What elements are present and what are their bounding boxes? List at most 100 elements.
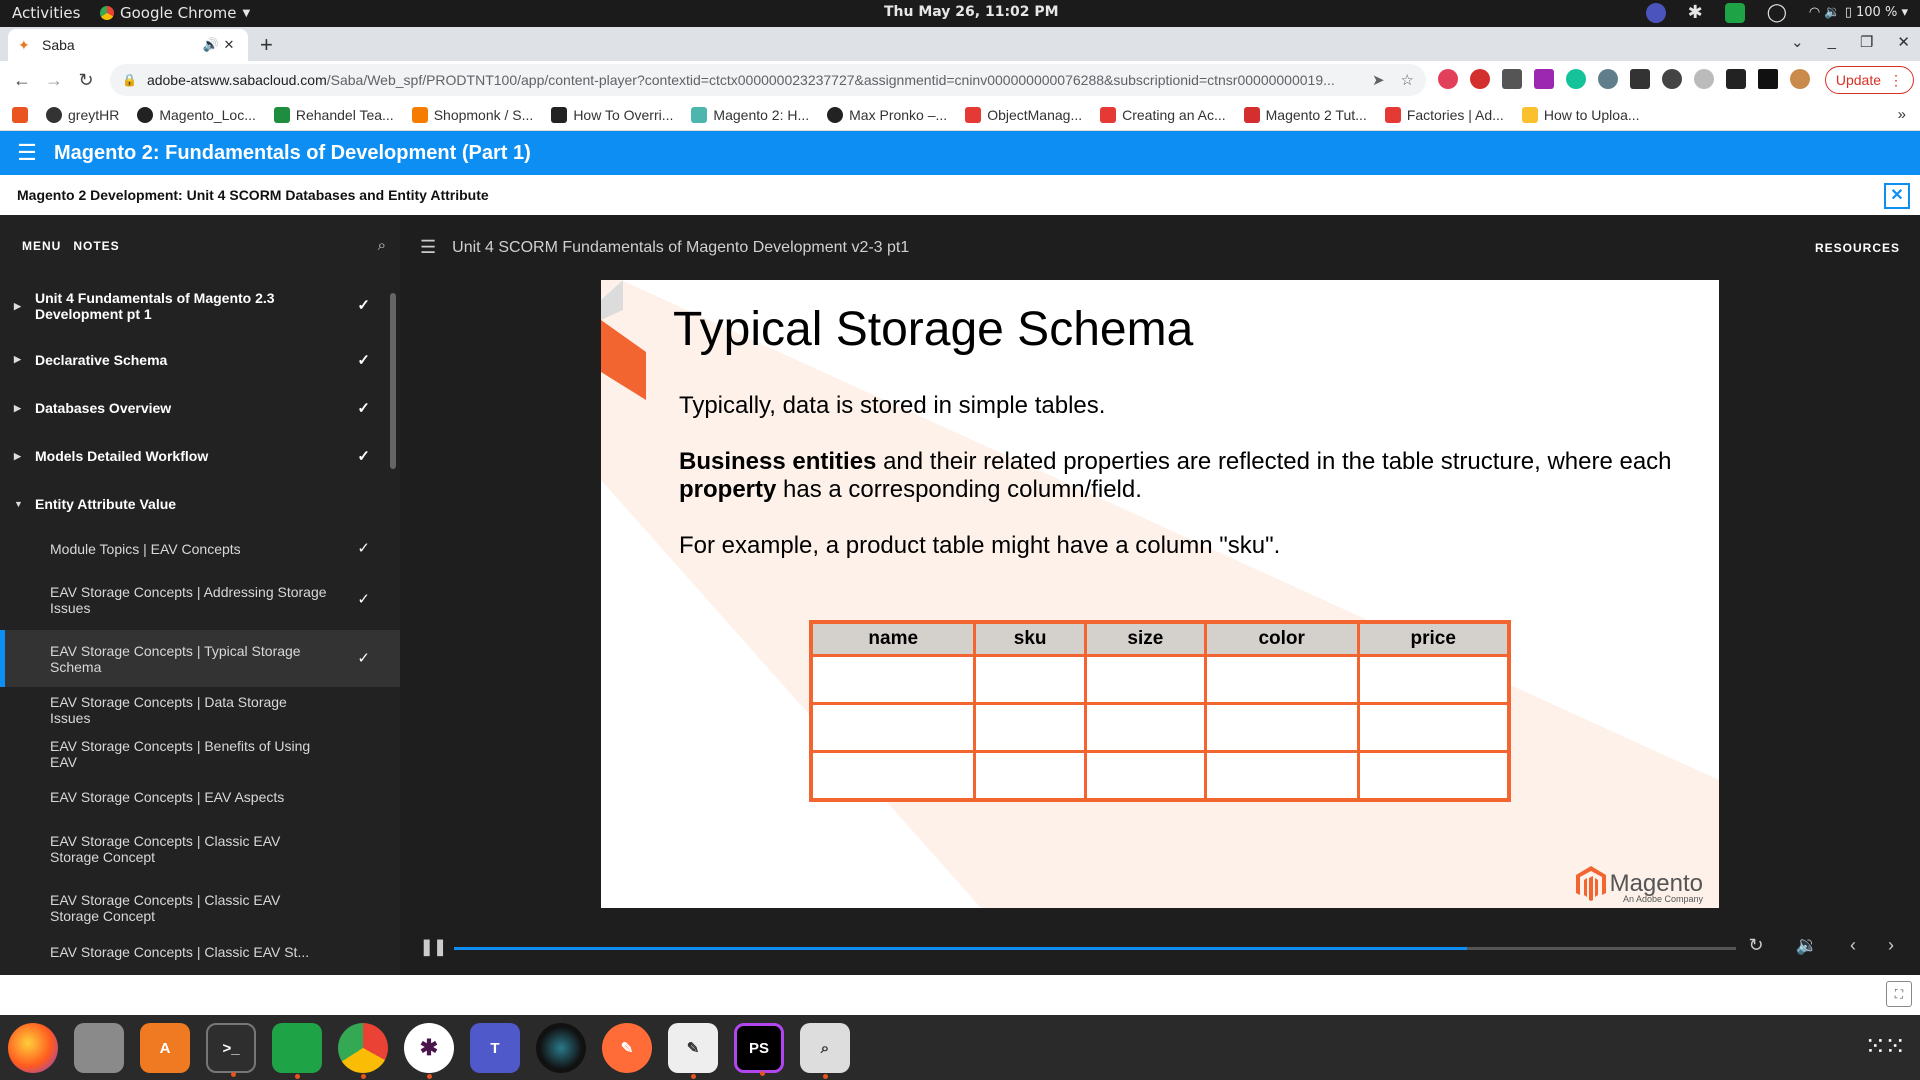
side-panel-icon[interactable] (1758, 69, 1778, 89)
bookmark-item[interactable]: Magento 2 Tut... (1243, 106, 1367, 123)
menu-item[interactable]: EAV Storage Concepts | EAV Aspects (0, 775, 400, 819)
extension-icon-3[interactable] (1502, 69, 1522, 89)
bookmark-item[interactable]: ObjectManag... (965, 106, 1082, 123)
slide-text-2: Business entities and their related prop… (679, 448, 1679, 504)
volume-icon[interactable]: 🔉 (1796, 935, 1818, 956)
bookmark-item[interactable]: Magento_Loc... (137, 106, 256, 123)
slide-background-shapes (601, 280, 1719, 908)
forward-icon[interactable]: → (38, 70, 70, 91)
pause-icon[interactable]: ❚❚ (420, 937, 447, 957)
terminal-icon[interactable]: >_ (206, 1023, 256, 1077)
bookmark-item[interactable]: Rehandel Tea... (273, 106, 394, 123)
replay-icon[interactable]: ↻ (1748, 935, 1763, 956)
reload-icon[interactable]: ↻ (70, 70, 102, 91)
menu-item[interactable]: EAV Storage Concepts | Addressing Storag… (0, 570, 400, 630)
send-icon[interactable]: ➤ (1372, 71, 1385, 89)
github-icon (137, 106, 154, 123)
bookmark-item[interactable]: Creating an Ac... (1100, 106, 1226, 123)
previous-icon[interactable]: ‹ (1850, 935, 1856, 956)
show-apps-grid-icon[interactable]: ⁙⁙ (1864, 1031, 1906, 1062)
teams-tray-icon[interactable] (1645, 2, 1666, 23)
search-icon[interactable]: ⌕ (378, 237, 386, 254)
address-bar[interactable]: 🔒 adobe-atsww.sabacloud.com/Saba/Web_spf… (110, 64, 1426, 96)
bookmark-item[interactable]: How to Uploa... (1521, 106, 1640, 123)
menu-item[interactable]: EAV Storage Concepts | Classic EAV St... (0, 937, 400, 967)
files-icon[interactable] (74, 1023, 124, 1073)
avatar[interactable] (1790, 69, 1810, 89)
back-icon[interactable]: ← (6, 70, 38, 91)
menu-section[interactable]: ▶ Declarative Schema ✓ (0, 335, 400, 384)
menu-section[interactable]: ▶ Models Detailed Workflow ✓ (0, 432, 400, 480)
menu-item[interactable]: Module Topics | EAV Concepts ✓ (0, 528, 400, 570)
slack-tray-icon[interactable]: ✱ (1688, 2, 1703, 23)
bookmark-item[interactable]: greytHR (46, 106, 120, 123)
chrome-icon[interactable] (338, 1023, 388, 1079)
bookmark-apps[interactable] (12, 106, 28, 123)
close-player-button[interactable]: ✕ (1884, 183, 1910, 209)
extension-icon-6[interactable] (1598, 69, 1618, 89)
menu-section[interactable]: ▶ Databases Overview ✓ (0, 384, 400, 432)
bookmark-item[interactable]: How To Overri... (551, 106, 673, 123)
app-menu[interactable]: Google Chrome ▼ (100, 4, 250, 22)
fullscreen-icon[interactable]: ⛶ (1886, 981, 1912, 1007)
tab-search-icon[interactable]: ⌄ (1791, 33, 1804, 51)
network-volume-battery[interactable]: ◠ 🔉 ▯ 100 % ▾ (1809, 5, 1908, 20)
more-bookmarks-icon[interactable]: » (1898, 106, 1906, 123)
adblock-icon[interactable] (1470, 69, 1490, 89)
activities-button[interactable]: Activities (12, 4, 80, 22)
chat-tray-icon[interactable] (1724, 2, 1745, 23)
image-viewer-icon[interactable]: ⌕ (800, 1023, 850, 1079)
slack-icon[interactable]: ✱ (404, 1023, 454, 1079)
teams-icon[interactable]: T (470, 1023, 520, 1073)
link-icon[interactable] (1694, 69, 1714, 89)
url-text[interactable]: adobe-atsww.sabacloud.com/Saba/Web_spf/P… (147, 72, 1372, 88)
extension-icon-4[interactable] (1534, 69, 1554, 89)
software-center-icon[interactable]: A (140, 1023, 190, 1073)
extension-icon-7[interactable] (1630, 69, 1650, 89)
minimize-icon[interactable]: _ (1828, 33, 1836, 51)
close-tab-icon[interactable]: ✕ (220, 37, 238, 53)
close-window-icon[interactable]: ✕ (1897, 33, 1910, 51)
clock[interactable]: Thu May 26, 11:02 PM (884, 4, 1059, 20)
bookmark-star-icon[interactable]: ☆ (1401, 71, 1414, 89)
toc-menu-icon[interactable]: ☰ (420, 237, 436, 258)
text-editor-icon[interactable]: ✎ (668, 1023, 718, 1079)
speaker-icon[interactable]: 🔊 (202, 37, 220, 53)
maximize-icon[interactable]: ❐ (1860, 33, 1873, 51)
hamburger-menu-icon[interactable]: ☰ (0, 140, 54, 166)
menu-section-expanded[interactable]: ▼ Entity Attribute Value (0, 480, 400, 528)
grammarly-icon[interactable] (1566, 69, 1586, 89)
menu-item[interactable]: EAV Storage Concepts | Data Storage Issu… (0, 687, 400, 732)
bookmark-item[interactable]: Factories | Ad... (1384, 106, 1504, 123)
puzzle-icon[interactable] (1726, 69, 1746, 89)
tab-notes[interactable]: NOTES (73, 239, 119, 253)
gear-icon[interactable] (1662, 69, 1682, 89)
progress-bar[interactable] (454, 947, 1736, 950)
update-button[interactable]: Update ⋮ (1824, 66, 1914, 94)
tab-menu[interactable]: MENU (22, 239, 61, 253)
menu-item[interactable]: EAV Storage Concepts | Benefits of Using… (0, 732, 400, 775)
menu-item[interactable]: EAV Storage Concepts | Classic EAV Stora… (0, 819, 400, 879)
system-tray[interactable]: ✱ ◯ ◠ 🔉 ▯ 100 % ▾ (1645, 2, 1908, 23)
next-icon[interactable]: › (1888, 935, 1894, 956)
lock-icon[interactable]: 🔒 (122, 73, 137, 87)
menu-item[interactable]: EAV Storage Concepts | Classic EAV Stora… (0, 879, 400, 937)
bookmark-item[interactable]: Max Pronko –... (827, 106, 947, 123)
phpstorm-icon[interactable]: PS (734, 1023, 784, 1076)
bookmark-item[interactable]: Shopmonk / S... (411, 106, 533, 123)
resources-button[interactable]: RESOURCES (1815, 241, 1900, 255)
table-header-row: name sku size color price (809, 620, 1511, 657)
bookmark-label: greytHR (68, 106, 120, 123)
new-tab-icon[interactable]: + (260, 32, 273, 58)
menu-item-active[interactable]: EAV Storage Concepts | Typical Storage S… (0, 630, 400, 687)
camera-icon[interactable] (536, 1023, 586, 1073)
postman-icon[interactable]: ✎ (602, 1023, 652, 1073)
browser-tab-saba[interactable]: ✦ Saba 🔊 ✕ (8, 29, 248, 61)
firefox-icon[interactable] (8, 1023, 58, 1073)
extension-icon-1[interactable] (1438, 69, 1458, 89)
status-tray-icon[interactable]: ◯ (1767, 2, 1787, 23)
item-label: EAV Storage Concepts | Benefits of Using… (50, 737, 311, 770)
bookmark-item[interactable]: Magento 2: H... (691, 106, 809, 123)
chat-icon[interactable] (272, 1023, 322, 1079)
menu-section[interactable]: ▶ Unit 4 Fundamentals of Magento 2.3 Dev… (0, 277, 400, 335)
